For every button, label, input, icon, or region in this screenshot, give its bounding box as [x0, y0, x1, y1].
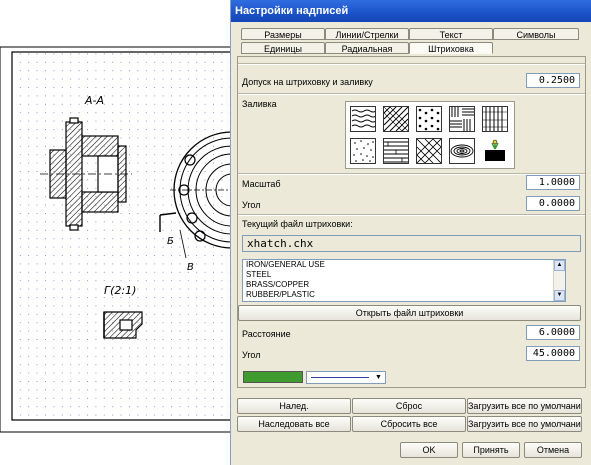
divider: [238, 93, 585, 95]
divider: [238, 63, 585, 65]
pattern-lattice-icon[interactable]: [416, 138, 442, 164]
material-list[interactable]: IRON/GENERAL USE STEEL BRASS/COPPER RUBB…: [242, 259, 566, 302]
ok-button[interactable]: OK: [400, 442, 458, 458]
tab-hatching[interactable]: Штриховка: [409, 42, 493, 54]
letter-b: Б: [167, 236, 174, 247]
current-file-label: Текущий файл штриховки:: [242, 219, 353, 229]
pattern-horizontal-icon[interactable]: [383, 138, 409, 164]
apply-button[interactable]: Принять: [462, 442, 520, 458]
pattern-dots-icon[interactable]: [416, 106, 442, 132]
scale-label: Масштаб: [242, 179, 281, 189]
pattern-solid-fill-icon[interactable]: [482, 138, 508, 164]
list-item[interactable]: BRASS/COPPER: [243, 280, 565, 290]
tolerance-label: Допуск на штриховку и заливку: [242, 77, 373, 87]
distance-input[interactable]: 6.0000: [526, 325, 580, 340]
letter-v: В: [187, 262, 194, 273]
cad-canvas: А-А Б В Г(2:1): [0, 46, 233, 433]
list-item[interactable]: STEEL: [243, 270, 565, 280]
tolerance-input[interactable]: 0.2500: [526, 73, 580, 88]
fill-label: Заливка: [242, 99, 277, 109]
list-item[interactable]: RUBBER/PLASTIC: [243, 290, 565, 300]
pattern-stipple-icon[interactable]: [350, 138, 376, 164]
scale-input[interactable]: 1.0000: [526, 175, 580, 190]
linetype-sample: [311, 377, 369, 378]
settings-dialog: Настройки надписей Размеры Линии/Стрелки…: [230, 0, 591, 465]
cancel-button[interactable]: Отмена: [524, 442, 582, 458]
inherit-all-button[interactable]: Наследовать все: [237, 416, 351, 432]
tab-symbols[interactable]: Символы: [493, 28, 579, 40]
detail-view: [103, 311, 143, 339]
pattern-wood-grain-icon[interactable]: [482, 106, 508, 132]
cad-drawing-area[interactable]: А-А Б В Г(2:1): [0, 0, 233, 465]
pattern-diagonal-icon[interactable]: [383, 106, 409, 132]
divider: [238, 214, 585, 216]
current-file-value: xhatch.chx: [242, 235, 581, 252]
load-defaults-button[interactable]: Загрузить все по умолчанию: [467, 398, 582, 414]
scroll-up-icon[interactable]: ▲: [554, 260, 565, 271]
tab-dimensions[interactable]: Размеры: [241, 28, 325, 40]
dialog-title[interactable]: Настройки надписей: [231, 0, 591, 22]
open-hatch-file-button[interactable]: Открыть файл штриховки: [238, 305, 581, 321]
tab-radial[interactable]: Радиальная: [325, 42, 409, 54]
hatch-pattern-grid: [345, 101, 515, 169]
list-scrollbar[interactable]: ▲ ▼: [553, 260, 565, 301]
list-item[interactable]: IRON/GENERAL USE: [243, 260, 565, 270]
chevron-down-icon[interactable]: ▼: [372, 372, 385, 383]
distance-label: Расстояние: [242, 329, 291, 339]
tab-text[interactable]: Текст: [409, 28, 493, 40]
pattern-weave-icon[interactable]: [449, 106, 475, 132]
load-all-defaults-button[interactable]: Загрузить все по умолчанию: [467, 416, 582, 432]
section-label: А-А: [84, 94, 104, 107]
tab-units[interactable]: Единицы: [241, 42, 325, 54]
pattern-wavy-icon[interactable]: [350, 106, 376, 132]
reset-all-button[interactable]: Сбросить все: [352, 416, 466, 432]
angle2-input[interactable]: 45.0000: [526, 346, 580, 361]
tab-lines-arrows[interactable]: Линии/Стрелки: [325, 28, 409, 40]
reset-button[interactable]: Сброс: [352, 398, 466, 414]
linetype-select[interactable]: ▼: [306, 371, 386, 384]
scroll-down-icon[interactable]: ▼: [554, 290, 565, 301]
pattern-rings-icon[interactable]: [449, 138, 475, 164]
detail-view-label: Г(2:1): [104, 284, 136, 297]
inherit-button[interactable]: Налед.: [237, 398, 351, 414]
angle-input[interactable]: 0.0000: [526, 196, 580, 211]
color-swatch[interactable]: [243, 371, 303, 383]
angle-label: Угол: [242, 200, 261, 210]
angle2-label: Угол: [242, 350, 261, 360]
